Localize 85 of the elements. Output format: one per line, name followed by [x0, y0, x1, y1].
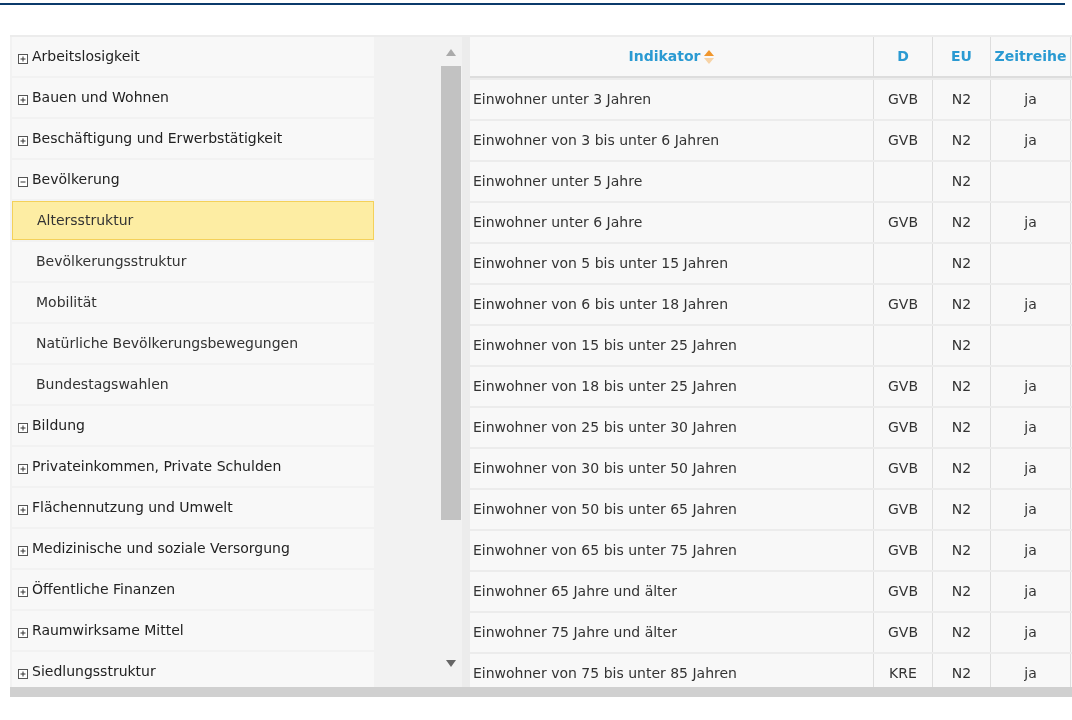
expand-icon[interactable] — [18, 668, 28, 679]
table-cell-text: Einwohner von 50 bis unter 65 Jahren — [472, 500, 737, 519]
table-cell-text: N2 — [951, 131, 972, 150]
table-cell-text: ja — [1024, 131, 1037, 150]
category-item[interactable]: Siedlungsstruktur — [12, 652, 374, 687]
table-cell-text: ja — [1024, 541, 1037, 560]
collapse-icon[interactable] — [18, 176, 28, 187]
subcategory-item[interactable]: Bevölkerungsstruktur — [12, 242, 374, 281]
table-cell-text: ja — [1024, 582, 1037, 601]
subcategory-item[interactable]: Mobilität — [12, 283, 374, 322]
table-cell-text: N2 — [951, 254, 972, 273]
subcategory-item[interactable]: Altersstruktur — [12, 201, 374, 240]
table-cell-text: GVB — [888, 582, 918, 601]
category-item[interactable]: Bevölkerung — [12, 160, 374, 199]
expand-icon[interactable] — [18, 422, 28, 433]
table-cell-text: GVB — [888, 418, 918, 437]
table-cell-text: N2 — [951, 90, 972, 109]
scrollbar-thumb[interactable] — [441, 66, 461, 520]
table-cell-text: KRE — [889, 664, 917, 683]
category-item[interactable]: Medizinische und soziale Versorgung — [12, 529, 374, 568]
table-cell-text: N2 — [951, 459, 972, 478]
horizontal-scrollbar[interactable] — [10, 687, 1072, 697]
table-cell-text: Einwohner von 25 bis unter 30 Jahren — [472, 418, 737, 437]
table-cell-text: GVB — [888, 541, 918, 560]
category-item[interactable]: Arbeitslosigkeit — [12, 37, 374, 76]
expand-icon[interactable] — [18, 463, 28, 474]
table-cell-text: Einwohner unter 6 Jahre — [472, 213, 643, 232]
table-cell-text: GVB — [888, 623, 918, 642]
table-cell-text: GVB — [888, 90, 918, 109]
table-cell-text: Einwohner von 3 bis unter 6 Jahren — [472, 131, 720, 150]
category-item[interactable]: Beschäftigung und Erwerbstätigkeit — [12, 119, 374, 158]
table-cell-text: Einwohner unter 5 Jahre — [472, 172, 643, 191]
table-cell-text: GVB — [888, 500, 918, 519]
expand-icon[interactable] — [18, 586, 28, 597]
table-cell-text: Einwohner von 75 bis unter 85 Jahren — [472, 664, 737, 683]
category-item[interactable]: Flächennutzung und Umwelt — [12, 488, 374, 527]
expand-icon[interactable] — [18, 53, 28, 64]
table-cell-text: Einwohner 75 Jahre und älter — [472, 623, 677, 642]
subcategory-item[interactable]: Natürliche Bevölkerungsbewegungen — [12, 324, 374, 363]
table-cell-text: GVB — [888, 459, 918, 478]
table-cell-text: N2 — [951, 213, 972, 232]
table-cell-text: Einwohner von 18 bis unter 25 Jahren — [472, 377, 737, 396]
table-cell-text: ja — [1024, 623, 1037, 642]
table-cell-text: Einwohner von 15 bis unter 25 Jahren — [472, 336, 737, 355]
expand-icon[interactable] — [18, 627, 28, 638]
table-cell-text: Einwohner von 65 bis unter 75 Jahren — [472, 541, 737, 560]
category-item[interactable]: Bauen und Wohnen — [12, 78, 374, 117]
category-item[interactable]: Öffentliche Finanzen — [12, 570, 374, 609]
scroll-down-icon[interactable] — [446, 660, 456, 667]
table-cell-text: ja — [1024, 500, 1037, 519]
table-cell-text: N2 — [951, 377, 972, 396]
table-cell-text: ja — [1024, 418, 1037, 437]
table-cell-text: N2 — [951, 336, 972, 355]
table-cell-text: ja — [1024, 213, 1037, 232]
table-cell-text: N2 — [951, 623, 972, 642]
table-cell-text: N2 — [951, 295, 972, 314]
table-cell-text: N2 — [951, 172, 972, 191]
expand-icon[interactable] — [18, 545, 28, 556]
table-cell-text: N2 — [951, 418, 972, 437]
table-cell-text: GVB — [888, 213, 918, 232]
table-cell-text: Einwohner unter 3 Jahren — [472, 90, 652, 109]
category-item[interactable]: Bildung — [12, 406, 374, 445]
table-cell-text: N2 — [951, 541, 972, 560]
expand-icon[interactable] — [18, 135, 28, 146]
category-item[interactable]: Privateinkommen, Private Schulden — [12, 447, 374, 486]
table-cell-text: Einwohner von 30 bis unter 50 Jahren — [472, 459, 737, 478]
table-cell-text: ja — [1024, 377, 1037, 396]
table-cell-text: Einwohner 65 Jahre und älter — [472, 582, 677, 601]
table-cell-text: GVB — [888, 377, 918, 396]
expand-icon[interactable] — [18, 504, 28, 515]
table-cell-text: ja — [1024, 295, 1037, 314]
table-cell-text: GVB — [888, 295, 918, 314]
sort-icon — [704, 48, 715, 65]
subcategory-item[interactable]: Bundestagswahlen — [12, 365, 374, 404]
expand-icon[interactable] — [18, 94, 28, 105]
table-cell-text: N2 — [951, 582, 972, 601]
table-cell-text: GVB — [888, 131, 918, 150]
table-cell-text: N2 — [951, 664, 972, 683]
table-cell-text: Einwohner von 5 bis unter 15 Jahren — [472, 254, 729, 273]
table-cell-text: N2 — [951, 500, 972, 519]
table-cell-text: ja — [1024, 90, 1037, 109]
table-cell-text: ja — [1024, 664, 1037, 683]
category-item[interactable]: Raumwirksame Mittel — [12, 611, 374, 650]
table-cell-text: Einwohner von 6 bis unter 18 Jahren — [472, 295, 729, 314]
table-cell-text: ja — [1024, 459, 1037, 478]
